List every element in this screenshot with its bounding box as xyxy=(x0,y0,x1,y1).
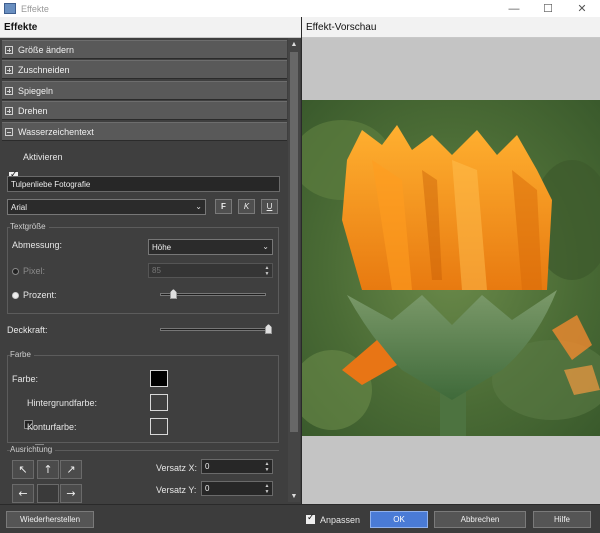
text-color-swatch[interactable] xyxy=(150,370,168,387)
fit-label: Anpassen xyxy=(320,515,361,525)
expand-icon xyxy=(5,86,13,95)
offset-x-input[interactable]: 0 ▲ ▼ xyxy=(201,459,273,474)
outline-color-label: Konturfarbe: xyxy=(27,422,77,432)
spin-down-icon[interactable]: ▼ xyxy=(262,271,272,277)
fit-checkbox[interactable] xyxy=(306,513,315,524)
scroll-up-icon[interactable]: ▲ xyxy=(288,38,300,50)
activate-label: Aktivieren xyxy=(23,152,63,162)
preview-panel: Effekt-Vorschau xyxy=(302,17,600,504)
percent-label: Prozent: xyxy=(23,290,57,300)
window-title-bar: Effekte — ☐ ✕ xyxy=(0,0,600,17)
underline-button[interactable]: U xyxy=(261,199,278,214)
expand-icon xyxy=(5,45,13,54)
dimension-label: Abmessung: xyxy=(12,240,63,250)
effects-header: Effekte xyxy=(0,17,301,38)
ok-button[interactable]: OK xyxy=(370,511,428,528)
font-select[interactable]: Arial ⌄ xyxy=(7,199,206,215)
expand-icon xyxy=(5,65,13,74)
pixel-value: 85 xyxy=(152,266,161,275)
align-right-button[interactable]: → xyxy=(60,484,82,503)
font-value: Arial xyxy=(11,202,28,212)
section-mirror[interactable]: Spiegeln xyxy=(2,81,287,100)
section-label: Drehen xyxy=(18,105,48,116)
preview-image xyxy=(302,100,600,436)
background-color-label: Hintergrundfarbe: xyxy=(27,398,98,408)
pixel-input[interactable]: 85 ▲ ▼ xyxy=(148,263,273,278)
dialog-footer: Wiederherstellen Anpassen OK Abbrechen H… xyxy=(0,504,600,533)
section-label: Zuschneiden xyxy=(18,64,70,75)
watermark-text-input[interactable]: Tulpenliebe Fotografie xyxy=(7,176,280,192)
section-crop[interactable]: Zuschneiden xyxy=(2,60,287,79)
chevron-down-icon: ⌄ xyxy=(262,242,269,251)
align-top-button[interactable]: ↑ xyxy=(37,460,59,479)
restore-button[interactable]: Wiederherstellen xyxy=(6,511,94,528)
text-color-label: Farbe: xyxy=(12,374,39,384)
offset-y-value: 0 xyxy=(205,484,210,493)
pixel-radio[interactable] xyxy=(12,268,19,275)
background-color-swatch[interactable] xyxy=(150,394,168,411)
close-button[interactable]: ✕ xyxy=(565,0,599,17)
align-left-button[interactable]: ← xyxy=(12,484,34,503)
percent-radio[interactable] xyxy=(12,292,19,299)
panel-scrollbar[interactable]: ▲ ▼ xyxy=(288,38,300,502)
spin-down-icon[interactable]: ▼ xyxy=(262,467,272,473)
spin-down-icon[interactable]: ▼ xyxy=(262,489,272,495)
opacity-slider-track[interactable] xyxy=(160,328,272,331)
offset-y-input[interactable]: 0 ▲ ▼ xyxy=(201,481,273,496)
align-center-button[interactable] xyxy=(37,484,59,503)
italic-button[interactable]: K xyxy=(238,199,255,214)
chevron-down-icon: ⌄ xyxy=(195,202,202,211)
collapse-icon xyxy=(5,127,13,136)
section-resize[interactable]: Größe ändern xyxy=(2,40,287,59)
app-icon xyxy=(4,3,16,14)
section-label: Spiegeln xyxy=(18,85,54,96)
dimension-select[interactable]: Höhe ⌄ xyxy=(148,239,273,255)
effects-panel: Effekte Größe ändern Zuschneiden Spiegel… xyxy=(0,17,302,504)
maximize-button[interactable]: ☐ xyxy=(531,0,565,17)
outline-color-swatch[interactable] xyxy=(150,418,168,435)
window-title: Effekte xyxy=(21,3,49,14)
minimize-button[interactable]: — xyxy=(497,0,531,17)
section-label: Wasserzeichentext xyxy=(18,126,94,137)
preview-header: Effekt-Vorschau xyxy=(302,17,600,38)
offset-y-label: Versatz Y: xyxy=(156,485,197,495)
opacity-slider-thumb[interactable] xyxy=(265,324,272,334)
expand-icon xyxy=(5,106,13,115)
pixel-label: Pixel: xyxy=(23,266,46,276)
scroll-down-icon[interactable]: ▼ xyxy=(288,490,300,502)
offset-x-label: Versatz X: xyxy=(156,463,198,473)
alignment-group-title: Ausrichtung xyxy=(10,445,56,454)
align-top-right-button[interactable]: ↗ xyxy=(60,460,82,479)
align-top-left-button[interactable]: ↖ xyxy=(12,460,34,479)
dimension-value: Höhe xyxy=(152,242,172,252)
section-rotate[interactable]: Drehen xyxy=(2,101,287,120)
bold-button[interactable]: F xyxy=(215,199,232,214)
help-button[interactable]: Hilfe xyxy=(533,511,591,528)
offset-x-value: 0 xyxy=(205,462,210,471)
cancel-button[interactable]: Abbrechen xyxy=(434,511,526,528)
opacity-label: Deckkraft: xyxy=(7,325,48,335)
section-label: Größe ändern xyxy=(18,44,75,55)
section-watermark-text[interactable]: Wasserzeichentext xyxy=(2,122,287,141)
scroll-thumb[interactable] xyxy=(290,52,298,432)
